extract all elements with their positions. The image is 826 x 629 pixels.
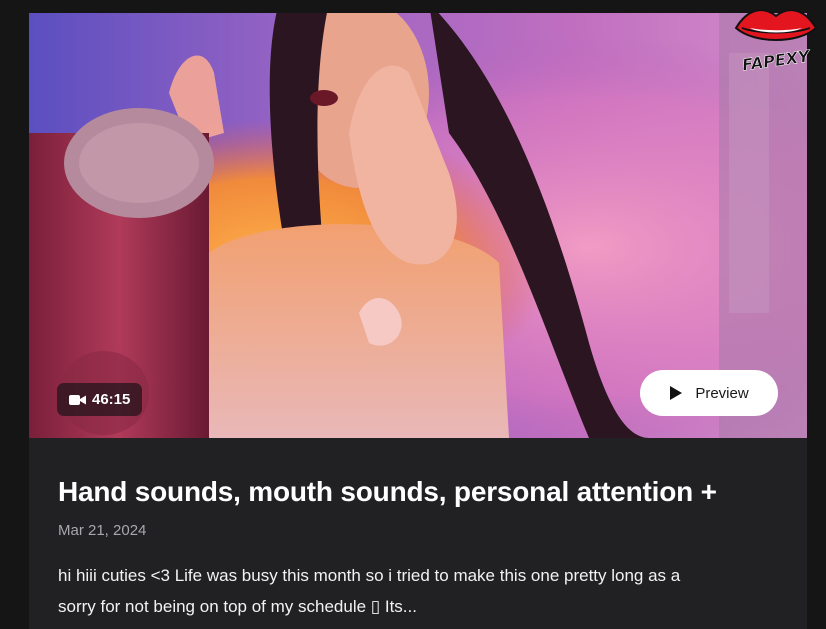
description-line-1: hi hiii cuties <3 Life was busy this mon… bbox=[58, 566, 681, 585]
video-thumbnail[interactable]: 46:15 Preview bbox=[29, 13, 807, 438]
video-camera-icon bbox=[69, 394, 86, 405]
description-line-2: sorry for not being on top of my schedul… bbox=[58, 597, 417, 616]
page: 46:15 Preview Hand sounds, mouth sounds,… bbox=[0, 0, 826, 629]
post-description: hi hiii cuties <3 Life was busy this mon… bbox=[58, 560, 788, 622]
post-card[interactable]: 46:15 Preview Hand sounds, mouth sounds,… bbox=[29, 13, 807, 629]
post-title[interactable]: Hand sounds, mouth sounds, personal atte… bbox=[58, 476, 717, 508]
preview-label: Preview bbox=[695, 384, 749, 402]
preview-button[interactable]: Preview bbox=[640, 370, 778, 416]
play-icon bbox=[670, 386, 683, 400]
post-date: Mar 21, 2024 bbox=[58, 522, 147, 539]
logo-text: FAPEXY bbox=[741, 46, 812, 74]
lips-icon bbox=[734, 9, 818, 41]
duration-badge: 46:15 bbox=[57, 383, 143, 416]
fapexy-logo[interactable]: FAPEXY bbox=[728, 0, 824, 76]
duration-text: 46:15 bbox=[92, 391, 131, 408]
